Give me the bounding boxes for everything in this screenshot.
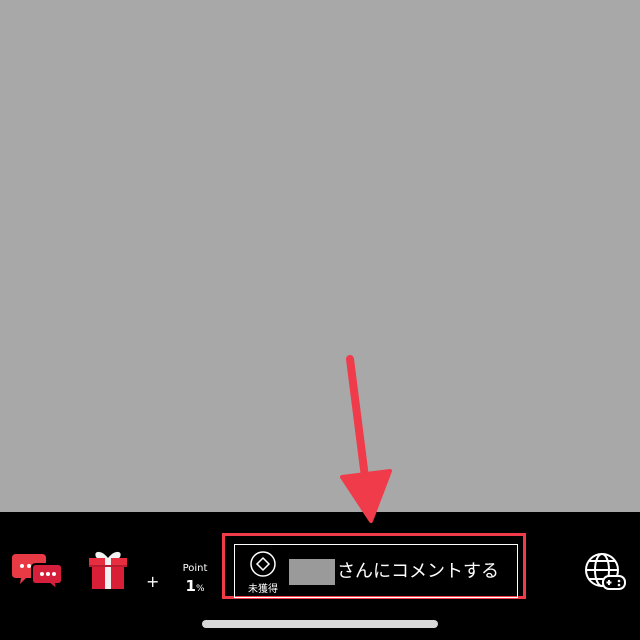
point-value-wrapper: 1% bbox=[178, 577, 212, 598]
point-label: Point bbox=[182, 563, 208, 574]
comment-placeholder: さんにコメントする bbox=[337, 561, 499, 582]
diamond-outline-icon bbox=[250, 551, 276, 577]
red-arrow-icon bbox=[340, 355, 392, 523]
masked-username bbox=[289, 559, 335, 585]
point-value: 1 bbox=[185, 577, 196, 595]
globe-gamepad-icon[interactable] bbox=[582, 550, 628, 596]
home-indicator[interactable] bbox=[202, 620, 438, 628]
point-indicator[interactable]: Point 1% bbox=[178, 563, 212, 598]
video-area[interactable] bbox=[0, 0, 640, 512]
comment-input[interactable]: 未獲得 さんにコメントする bbox=[234, 544, 518, 598]
chat-bubbles-icon[interactable] bbox=[12, 550, 64, 592]
gift-box-icon[interactable] bbox=[86, 548, 130, 590]
plus-label: + bbox=[146, 572, 160, 591]
point-unit: % bbox=[195, 584, 205, 594]
badge-label: 未獲得 bbox=[248, 584, 278, 595]
app-screen: + Point 1% 未獲得 さんにコメントする bbox=[0, 0, 640, 640]
achievement-badge: 未獲得 bbox=[247, 550, 279, 596]
